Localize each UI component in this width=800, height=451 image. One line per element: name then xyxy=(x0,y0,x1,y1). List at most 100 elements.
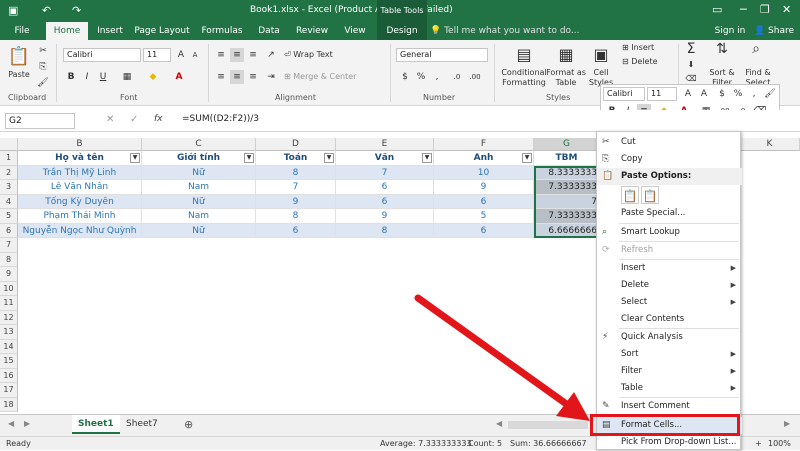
insert-cells-button[interactable]: ⊞ Insert xyxy=(622,43,680,53)
menu-item-table[interactable]: Table ▶ xyxy=(597,380,742,397)
menu-item-insert[interactable]: Insert ▶ xyxy=(597,260,742,277)
row-header[interactable]: 15 xyxy=(0,354,18,369)
sign-in-link[interactable]: Sign in xyxy=(712,22,748,40)
menu-item-sort[interactable]: Sort ▶ xyxy=(597,346,742,363)
cell-styles-icon[interactable]: ▣ xyxy=(588,44,614,66)
format-as-table-icon[interactable]: ▦ xyxy=(548,44,584,66)
scroll-right-icon[interactable]: ▶ xyxy=(784,419,790,428)
scroll-left-icon[interactable]: ◀ xyxy=(496,419,502,428)
share-button[interactable]: 👤 Share xyxy=(752,22,796,40)
column-header-e[interactable]: E xyxy=(336,138,434,151)
mini-size-select[interactable]: 11 xyxy=(647,87,677,101)
tab-home[interactable]: Home xyxy=(46,22,88,40)
number-format-select[interactable]: General xyxy=(396,48,488,62)
table-cell[interactable]: 9 xyxy=(434,180,534,195)
column-header-b[interactable]: B xyxy=(18,138,142,151)
table-cell[interactable]: 9 xyxy=(256,194,336,209)
indent-icon[interactable]: ⇥ xyxy=(264,70,278,84)
row-header[interactable]: 16 xyxy=(0,368,18,383)
redo-icon[interactable]: ↷ xyxy=(72,4,81,17)
table-cell[interactable]: Nữ xyxy=(142,223,256,238)
format-as-table-button[interactable]: Format as Table xyxy=(544,68,588,88)
table-cell[interactable]: Lê Văn Nhân xyxy=(18,180,142,195)
filter-dropdown-icon[interactable]: ▼ xyxy=(522,153,532,163)
menu-item-filter[interactable]: Filter ▶ xyxy=(597,363,742,380)
row-header[interactable]: 1 xyxy=(0,151,18,166)
filter-dropdown-icon[interactable]: ▼ xyxy=(422,153,432,163)
orientation-icon[interactable]: ↗ xyxy=(264,48,278,62)
table-header-cell[interactable]: Văn xyxy=(336,151,434,166)
tab-formulas[interactable]: Formulas xyxy=(198,22,246,40)
format-painter-icon[interactable]: 🖌 xyxy=(36,76,50,90)
paste-icon[interactable]: 📋 xyxy=(6,44,32,70)
prev-sheet-icon[interactable]: ◀ xyxy=(8,419,14,428)
row-header[interactable]: 18 xyxy=(0,397,18,412)
row-header[interactable]: 10 xyxy=(0,281,18,296)
cut-icon[interactable]: ✂ xyxy=(36,44,50,58)
name-box[interactable]: G2 xyxy=(5,113,75,129)
fill-icon[interactable]: ⬇ xyxy=(682,60,700,70)
filter-dropdown-icon[interactable]: ▼ xyxy=(130,153,140,163)
font-color-icon[interactable]: A xyxy=(172,70,186,84)
menu-item-paste-special[interactable]: Paste Special... xyxy=(597,205,742,222)
table-header-cell[interactable]: Họ và tên xyxy=(18,151,142,166)
clear-icon[interactable]: ⌫ xyxy=(682,74,700,84)
zoom-level[interactable]: 100% xyxy=(768,437,791,450)
row-header[interactable]: 6 xyxy=(0,223,18,238)
tell-me-box[interactable]: 💡 Tell me what you want to do... xyxy=(430,22,580,40)
menu-item-quick-analysis[interactable]: ⚡ Quick Analysis xyxy=(597,329,742,346)
table-cell[interactable]: 7 xyxy=(336,165,434,180)
close-button[interactable]: ✕ xyxy=(782,3,791,16)
find-select-icon[interactable]: ⌕ xyxy=(742,42,770,56)
table-cell[interactable]: 6 xyxy=(434,194,534,209)
tab-review[interactable]: Review xyxy=(292,22,332,40)
table-cell[interactable]: Nữ xyxy=(142,194,256,209)
select-all-corner[interactable] xyxy=(0,138,18,151)
increase-decimal-icon[interactable]: .0 xyxy=(450,70,464,84)
tab-data[interactable]: Data xyxy=(252,22,286,40)
table-cell[interactable]: Nam xyxy=(142,180,256,195)
table-cell[interactable]: 9 xyxy=(336,209,434,224)
table-cell[interactable]: 7 xyxy=(256,180,336,195)
table-cell[interactable]: Trần Thị Mỹ Linh xyxy=(18,165,142,180)
row-header[interactable]: 14 xyxy=(0,339,18,354)
align-center-icon[interactable]: ≡ xyxy=(230,70,244,84)
filter-dropdown-icon[interactable]: ▼ xyxy=(244,153,254,163)
row-header[interactable]: 12 xyxy=(0,310,18,325)
table-cell[interactable]: 6 xyxy=(434,223,534,238)
table-cell[interactable]: Phạm Thái Minh xyxy=(18,209,142,224)
row-header[interactable]: 7 xyxy=(0,238,18,253)
fx-icon[interactable]: fx xyxy=(154,114,163,124)
delete-cells-button[interactable]: ⊟ Delete xyxy=(622,57,680,67)
horizontal-scrollbar[interactable] xyxy=(508,421,588,429)
table-cell[interactable]: Nữ xyxy=(142,165,256,180)
table-cell[interactable]: 5 xyxy=(434,209,534,224)
row-header[interactable]: 5 xyxy=(0,209,18,224)
font-size-select[interactable]: 11 xyxy=(143,48,171,62)
menu-item-clear-contents[interactable]: Clear Contents xyxy=(597,311,742,328)
menu-item-smart-lookup[interactable]: ⌕ Smart Lookup xyxy=(597,224,742,241)
restore-button[interactable]: ❐ xyxy=(760,3,770,16)
wrap-text-button[interactable]: ⏎ Wrap Text xyxy=(284,50,364,60)
mini-shrink-font-icon[interactable]: A xyxy=(697,87,711,101)
formula-input[interactable]: =SUM((D2:F2))/3 xyxy=(182,114,259,124)
undo-icon[interactable]: ↶ xyxy=(42,4,51,17)
sheet-tab-sheet7[interactable]: Sheet7 xyxy=(120,415,164,434)
menu-item-delete[interactable]: Delete ▶ xyxy=(597,277,742,294)
align-left-icon[interactable]: ≡ xyxy=(214,70,228,84)
minimize-button[interactable]: ─ xyxy=(740,3,747,16)
comma-icon[interactable]: , xyxy=(430,70,444,84)
font-name-select[interactable]: Calibri xyxy=(63,48,141,62)
menu-item-select[interactable]: Select ▶ xyxy=(597,294,742,311)
zoom-in-icon[interactable]: + xyxy=(755,437,762,450)
fill-color-icon[interactable]: ◆ xyxy=(146,70,160,84)
table-cell[interactable]: 8 xyxy=(256,165,336,180)
grow-font-icon[interactable]: A xyxy=(174,48,188,62)
column-header-g[interactable]: G xyxy=(534,138,600,151)
row-header[interactable]: 8 xyxy=(0,252,18,267)
mini-percent-icon[interactable]: % xyxy=(731,87,745,101)
mini-grow-font-icon[interactable]: A xyxy=(681,87,695,101)
tab-insert[interactable]: Insert xyxy=(92,22,128,40)
align-top-icon[interactable]: ≡ xyxy=(214,48,228,62)
mini-comma-icon[interactable]: , xyxy=(747,87,761,101)
